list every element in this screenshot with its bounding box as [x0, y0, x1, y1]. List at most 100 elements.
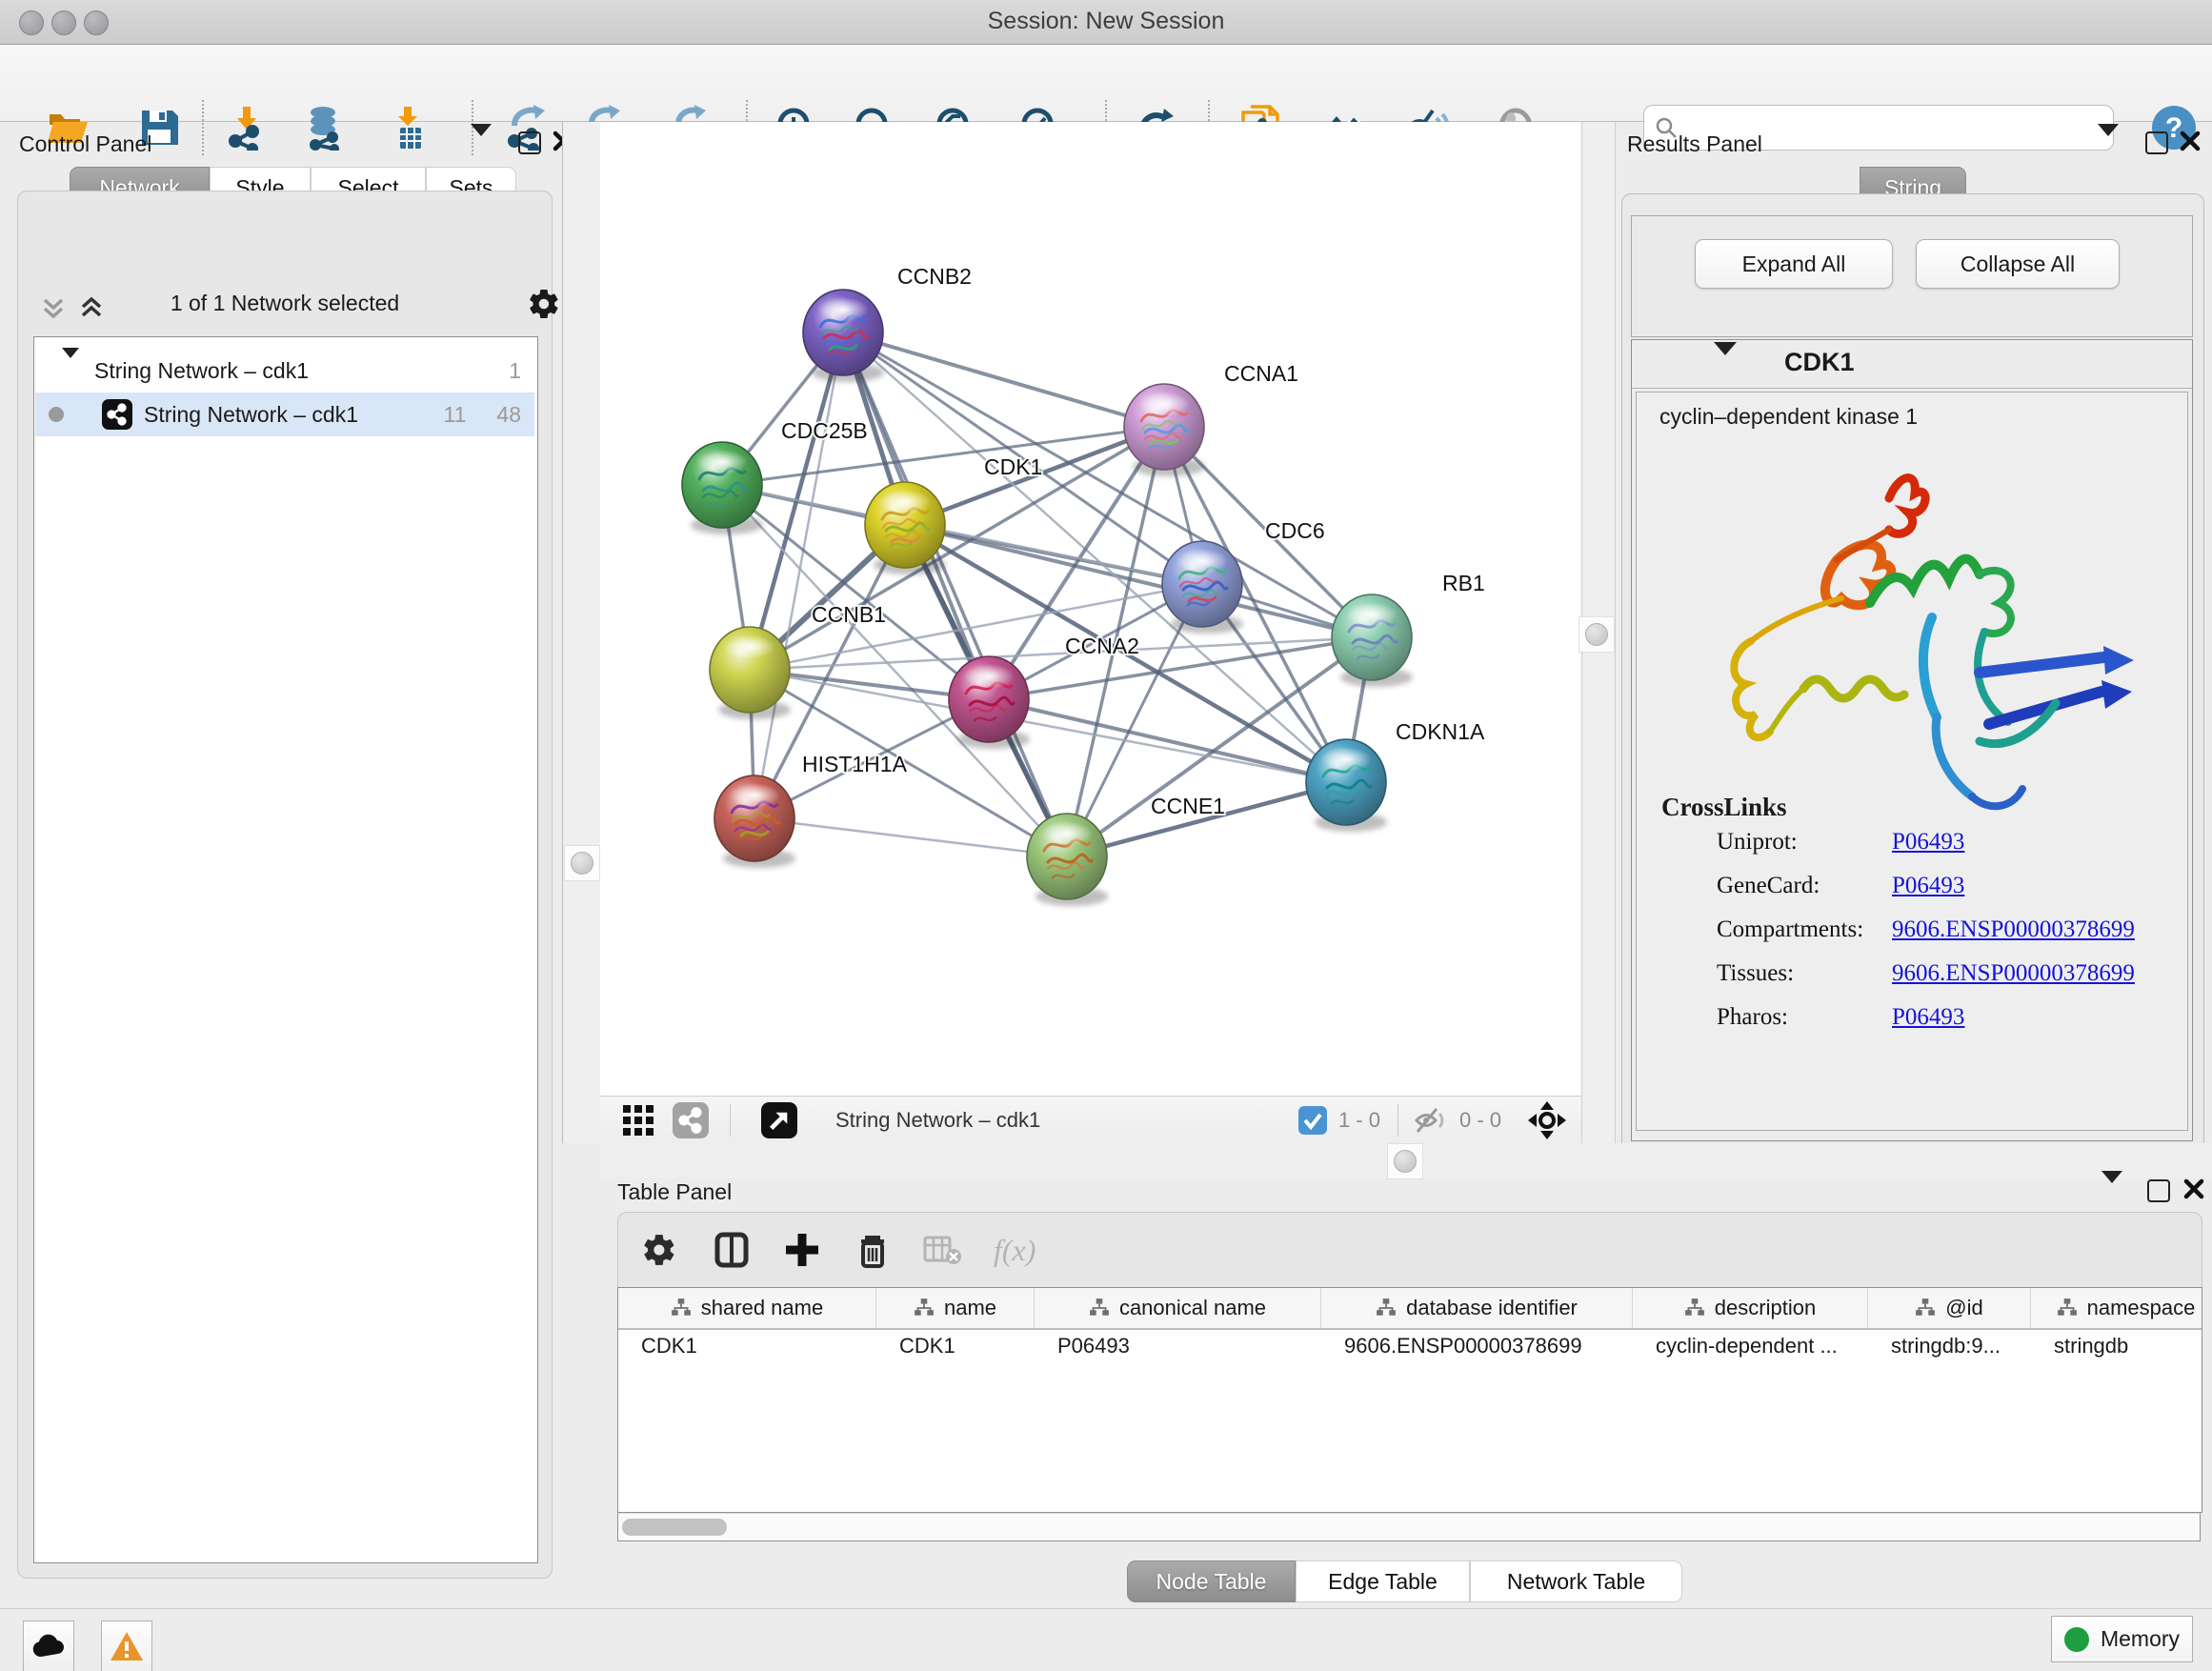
table-header-row: shared namename canonical name database id…: [618, 1288, 2202, 1330]
memory-label: Memory: [2101, 1626, 2180, 1652]
column-type-icon: [1089, 1298, 1110, 1319]
expand-all-networks-icon[interactable]: [39, 294, 68, 323]
control-panel-collapse-icon[interactable]: [471, 136, 492, 153]
table-cell[interactable]: 9606.ENSP00000378699: [1321, 1328, 1633, 1364]
table-horizontal-scrollbar[interactable]: [617, 1513, 2201, 1541]
edge-CCNB2-CCNA1[interactable]: [843, 332, 1164, 427]
control-panel-title: Control Panel: [19, 131, 151, 157]
delete-column-icon[interactable]: [855, 1232, 891, 1268]
left-splitter[interactable]: [562, 122, 602, 1143]
node-CDK1[interactable]: [865, 482, 946, 574]
cloud-icon: [31, 1634, 66, 1659]
table-panel-float-icon[interactable]: [2147, 1179, 2170, 1202]
table-panel-close-icon[interactable]: [2183, 1178, 2204, 1199]
crosslink-link[interactable]: 9606.ENSP00000378699: [1892, 960, 2135, 987]
title-bar: Session: New Session: [0, 0, 2212, 45]
column-header-namespace[interactable]: namespace: [2031, 1288, 2202, 1328]
column-type-icon: [1915, 1298, 1936, 1319]
string-logo-icon[interactable]: [673, 1102, 709, 1138]
table-cell[interactable]: stringdb: [2031, 1328, 2202, 1364]
crosslink-label: GeneCard:: [1717, 873, 1820, 899]
crosshair-icon[interactable]: [1526, 1099, 1568, 1141]
crosslink-link[interactable]: P06493: [1892, 1004, 1964, 1031]
collapse-all-networks-icon[interactable]: [77, 294, 106, 323]
column-header-shared-name[interactable]: shared name: [618, 1288, 876, 1328]
tab-node-table[interactable]: Node Table: [1127, 1560, 1296, 1602]
node-HIST1H1A[interactable]: [714, 775, 795, 868]
table-cell[interactable]: cyclin-dependent ...: [1633, 1328, 1868, 1364]
right-splitter-handle[interactable]: [1579, 616, 1615, 653]
main-toolbar: ?: [0, 45, 2212, 122]
results-panel-close-icon[interactable]: [2180, 131, 2201, 151]
node-CDC6[interactable]: [1162, 541, 1243, 634]
tab-edge-table[interactable]: Edge Table: [1296, 1560, 1470, 1602]
table-toolbar: f(x): [617, 1212, 2202, 1288]
entry-collapse-icon[interactable]: [1714, 355, 1737, 372]
node-CCNE1[interactable]: [1027, 814, 1108, 906]
crosslink-label: Compartments:: [1717, 916, 1863, 943]
column-header-description[interactable]: description: [1633, 1288, 1868, 1328]
table-cell[interactable]: CDK1: [876, 1328, 1035, 1364]
navigator-grid-icon[interactable]: [621, 1103, 655, 1137]
cloud-button[interactable]: [23, 1621, 74, 1671]
selected-checkbox-icon[interactable]: [1298, 1106, 1327, 1135]
node-CCNB1[interactable]: [710, 627, 791, 719]
table-row[interactable]: CDK1CDK1P064939606.ENSP00000378699cyclin…: [618, 1328, 2202, 1364]
crosslink-link[interactable]: 9606.ENSP00000378699: [1892, 916, 2135, 943]
column-header-canonical-name[interactable]: canonical name: [1035, 1288, 1321, 1328]
delete-table-icon[interactable]: [923, 1234, 961, 1266]
cdk1-entry-panel: CDK1 cyclin–dependent kinase 1: [1631, 339, 2193, 1141]
table-cell[interactable]: CDK1: [618, 1328, 876, 1364]
crosslink-link[interactable]: P06493: [1892, 873, 1964, 899]
network-canvas[interactable]: CCNB2CCNA1CDC25BCDK1CDC6RB1CCNB1CCNA2CDK…: [600, 122, 1581, 1096]
node-CCNA1[interactable]: [1124, 384, 1205, 476]
network-label: String Network – cdk1: [144, 402, 358, 428]
column-type-icon: [914, 1298, 935, 1319]
edge-HIST1H1A-CCNE1[interactable]: [754, 818, 1067, 856]
table-cell[interactable]: stringdb:9...: [1868, 1328, 2031, 1364]
control-panel-float-icon[interactable]: [518, 131, 541, 154]
hidden-counts: 0 - 0: [1459, 1108, 1501, 1133]
crosslink-link[interactable]: P06493: [1892, 829, 1964, 856]
node-CCNA2[interactable]: [949, 656, 1030, 749]
select-columns-icon[interactable]: [714, 1232, 750, 1268]
network-options-gear-icon[interactable]: [527, 287, 561, 321]
edge-CCNB2-HIST1H1A[interactable]: [754, 332, 843, 818]
network-collection-row[interactable]: String Network – cdk1 1: [35, 349, 534, 393]
detach-view-icon[interactable]: [761, 1102, 797, 1138]
column-type-icon: [1684, 1298, 1705, 1319]
results-panel-collapse-icon[interactable]: [2098, 136, 2119, 153]
function-builder-icon[interactable]: f(x): [994, 1233, 1036, 1268]
add-column-icon[interactable]: [784, 1232, 820, 1268]
crosslink-label: Uniprot:: [1717, 829, 1798, 856]
results-panel-float-icon[interactable]: [2145, 131, 2168, 154]
column-label: canonical name: [1119, 1296, 1266, 1320]
table-cell[interactable]: P06493: [1035, 1328, 1321, 1364]
expand-collapse-box: Expand All Collapse All: [1631, 215, 2193, 337]
column-header-name[interactable]: name: [876, 1288, 1035, 1328]
edge-CCNA2-CDKN1A[interactable]: [989, 699, 1346, 782]
network-status-dot-icon: [49, 407, 64, 422]
scrollbar-thumb[interactable]: [622, 1519, 727, 1536]
left-splitter-handle[interactable]: [564, 845, 600, 881]
memory-button[interactable]: Memory: [2051, 1616, 2193, 1662]
status-bar: Memory: [0, 1608, 2212, 1671]
node-CDKN1A[interactable]: [1306, 739, 1387, 832]
collection-expand-icon[interactable]: [62, 358, 79, 384]
warning-button[interactable]: [101, 1621, 152, 1671]
node-CDC25B[interactable]: [682, 442, 763, 534]
hidden-eye-slash-icon[interactable]: [1414, 1106, 1448, 1135]
crosslink-row: Tissues:9606.ENSP00000378699: [1637, 960, 2187, 1004]
expand-all-button[interactable]: Expand All: [1695, 239, 1893, 289]
tab-network-table[interactable]: Network Table: [1470, 1560, 1682, 1602]
table-panel-collapse-icon[interactable]: [2101, 1183, 2122, 1200]
node-RB1[interactable]: [1332, 594, 1413, 687]
network-row-selected[interactable]: String Network – cdk1 11 48: [35, 393, 534, 436]
column-header-@id[interactable]: @id: [1868, 1288, 2031, 1328]
node-table: shared namename canonical name database id…: [617, 1287, 2202, 1513]
column-type-icon: [1376, 1298, 1397, 1319]
table-panel-title: Table Panel: [617, 1179, 732, 1205]
table-settings-gear-icon[interactable]: [641, 1232, 677, 1268]
column-header-database-identifier[interactable]: database identifier: [1321, 1288, 1633, 1328]
collapse-all-button[interactable]: Collapse All: [1916, 239, 2120, 289]
